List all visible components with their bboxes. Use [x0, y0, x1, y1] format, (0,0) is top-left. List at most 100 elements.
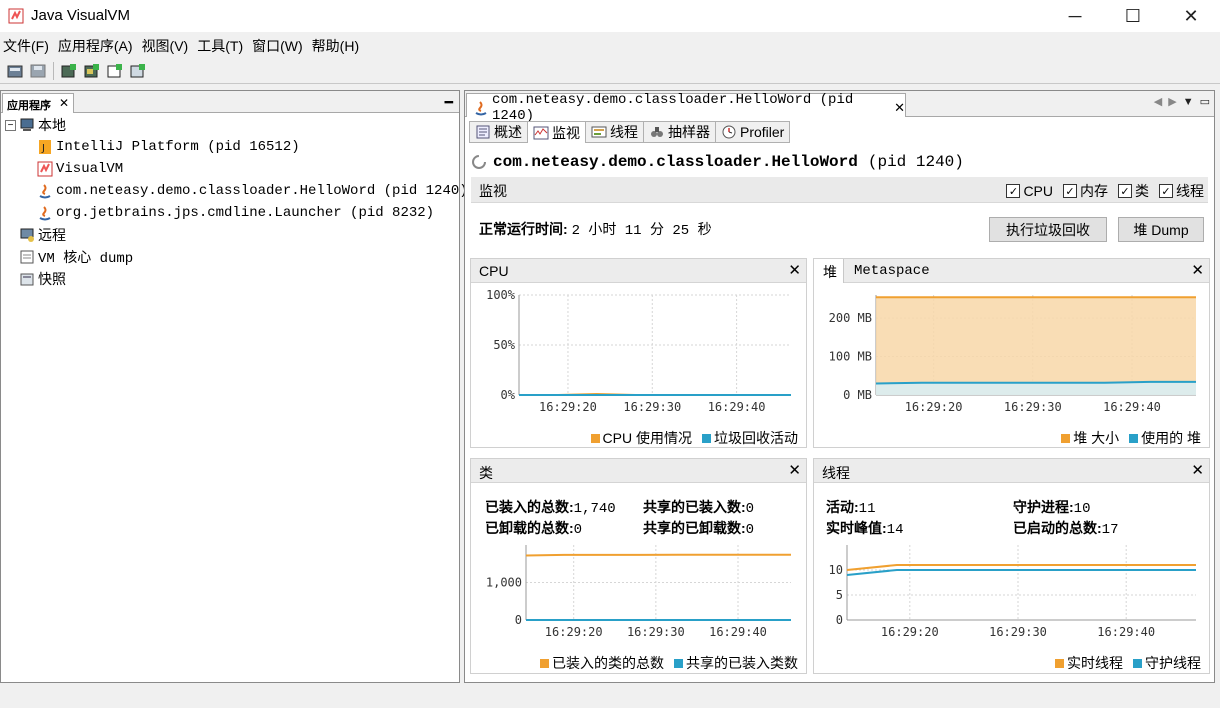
tree-node-intellij[interactable]: J IntelliJ Platform (pid 16512): [5, 136, 455, 158]
minimize-panel-icon[interactable]: ━: [445, 94, 453, 111]
scroll-left-icon[interactable]: ◀: [1154, 95, 1162, 108]
add-vm-coredump-button[interactable]: [105, 61, 125, 81]
menu-view[interactable]: 视图(V): [139, 36, 192, 56]
tab-monitor[interactable]: 监视: [527, 121, 585, 143]
monitor-header: 监视 ✓ CPU ✓ 内存 ✓ 类 ✓ 线程: [471, 177, 1208, 203]
heap-dump-label: 堆 Dump: [1133, 221, 1189, 238]
perform-gc-button[interactable]: 执行垃圾回收: [989, 217, 1107, 242]
x-tick-label: 16:29:30: [989, 625, 1047, 639]
y-tick-label: 0 MB: [843, 388, 872, 402]
y-tick-label: 100%: [486, 288, 516, 302]
close-card-icon[interactable]: ✕: [1191, 461, 1204, 479]
close-tab-icon[interactable]: ✕: [59, 96, 69, 110]
scroll-right-icon[interactable]: ▶: [1168, 95, 1176, 108]
tree-label-remote: 远程: [38, 227, 66, 243]
tab-list-icon[interactable]: ▼: [1183, 96, 1194, 108]
checkmark-icon: ✓: [1159, 184, 1173, 198]
tree-node-helloword[interactable]: com.neteasy.demo.classloader.HelloWord (…: [5, 180, 468, 202]
add-snapshot-button[interactable]: [128, 61, 148, 81]
tree-node-snapshots[interactable]: 快照: [5, 268, 455, 290]
menu-bar: 文件(F) 应用程序(A) 视图(V) 工具(T) 窗口(W) 帮助(H): [0, 34, 1220, 58]
series-area: [876, 297, 1196, 395]
tree-label-visualvm: VisualVM: [56, 161, 124, 177]
x-tick-label: 16:29:40: [708, 400, 766, 413]
tree-node-remote[interactable]: 远程: [5, 224, 455, 246]
close-card-icon[interactable]: ✕: [1191, 261, 1204, 279]
save-button[interactable]: [28, 61, 48, 81]
monitor-title: 监视: [479, 183, 507, 199]
sampler-icon: [649, 124, 665, 140]
toolbar: [0, 58, 1220, 84]
monitor-checkboxes: ✓ CPU ✓ 内存 ✓ 类 ✓ 线程: [1006, 181, 1204, 201]
close-card-icon[interactable]: ✕: [788, 261, 801, 279]
checkbox-classes[interactable]: ✓ 类: [1118, 181, 1149, 201]
heap-card-header: 堆 Metaspace ✕: [814, 259, 1209, 283]
x-tick-label: 16:29:20: [881, 625, 939, 639]
tree-node-local[interactable]: − 本地: [5, 114, 455, 136]
collapse-icon[interactable]: −: [5, 119, 16, 131]
legend-live-threads: 实时线程: [1055, 653, 1123, 673]
remote-host-icon: [19, 227, 35, 243]
tree-node-core-dump[interactable]: VM 核心 dump: [5, 246, 455, 268]
y-tick-label: 50%: [493, 338, 515, 352]
legend-gc-activity: 垃圾回收活动: [702, 428, 798, 448]
cpu-legend: CPU 使用情况 垃圾回收活动: [590, 428, 798, 448]
add-remote-host-button[interactable]: [82, 61, 102, 81]
tab-profiler-label: Profiler: [740, 124, 785, 140]
load-button[interactable]: [5, 61, 25, 81]
applications-panel: 应用程序 ✕ ━ − 本地 J IntelliJ Platform (pid 1…: [0, 90, 468, 683]
title-bar: Java VisualVM ─ ☐ ✕: [0, 0, 1220, 32]
add-jmx-connection-button[interactable]: [59, 61, 79, 81]
menu-tools[interactable]: 工具(T): [194, 36, 246, 56]
uptime-value: 2 小时 11 分 25 秒: [571, 223, 712, 239]
x-tick-label: 16:29:40: [1103, 400, 1161, 413]
checkbox-cpu[interactable]: ✓ CPU: [1006, 181, 1053, 201]
classes-card: 类 ✕ 已装入的总数:1,740 共享的已装入数:0 已卸载的总数:0 共享的已…: [470, 458, 807, 674]
tab-profiler[interactable]: Profiler: [715, 121, 791, 143]
tab-helloword-document[interactable]: com.neteasy.demo.classloader.HelloWord (…: [466, 92, 906, 124]
uptime-label: 正常运行时间:: [479, 221, 568, 237]
tab-threads[interactable]: 线程: [585, 121, 643, 143]
tree-node-visualvm[interactable]: VisualVM: [5, 158, 455, 180]
tab-overview[interactable]: 概述: [469, 121, 527, 143]
tab-sampler[interactable]: 抽样器: [643, 121, 715, 143]
intellij-icon: J: [37, 139, 53, 155]
checkbox-memory[interactable]: ✓ 内存: [1063, 181, 1108, 201]
tab-heap[interactable]: 堆: [814, 259, 844, 283]
legend-total-loaded: 已装入的类的总数: [540, 653, 664, 673]
menu-file[interactable]: 文件(F): [0, 36, 52, 56]
classes-card-header: 类 ✕: [471, 459, 806, 483]
save-icon: [30, 64, 46, 77]
checkbox-threads-label: 线程: [1176, 183, 1204, 199]
java-app-icon: [37, 183, 53, 199]
menu-window[interactable]: 窗口(W): [249, 36, 306, 56]
tab-metaspace[interactable]: Metaspace: [854, 263, 930, 279]
tab-monitor-label: 监视: [552, 124, 580, 141]
close-tab-icon[interactable]: ✕: [894, 100, 905, 116]
tree-node-launcher[interactable]: org.jetbrains.jps.cmdline.Launcher (pid …: [5, 202, 455, 224]
heap-dump-button[interactable]: 堆 Dump: [1118, 217, 1204, 242]
close-card-icon[interactable]: ✕: [788, 461, 801, 479]
minimize-button[interactable]: ─: [1052, 0, 1098, 32]
series-line: [525, 553, 791, 557]
tree-label-helloword: com.neteasy.demo.classloader.HelloWord (…: [56, 183, 468, 199]
maximize-panel-icon[interactable]: ▭: [1200, 95, 1210, 108]
menu-applications[interactable]: 应用程序(A): [55, 36, 136, 56]
tab-applications[interactable]: 应用程序 ✕: [2, 93, 74, 113]
menu-help[interactable]: 帮助(H): [309, 36, 362, 56]
legend-label: 垃圾回收活动: [714, 430, 798, 446]
checkmark-icon: ✓: [1006, 184, 1021, 198]
checkbox-threads[interactable]: ✓ 线程: [1159, 181, 1204, 201]
x-tick-label: 16:29:20: [905, 400, 963, 413]
close-button[interactable]: ✕: [1168, 0, 1214, 32]
application-pid: (pid 1240): [867, 153, 964, 171]
x-tick-label: 16:29:30: [627, 625, 685, 639]
y-tick-label: 10: [829, 563, 843, 577]
heap-chart: 0 MB 100 MB 200 MB 16:29:20 16:29:30 16:29:40: [829, 295, 1196, 413]
application-name: com.neteasy.demo.classloader.HelloWord: [493, 153, 858, 171]
maximize-button[interactable]: ☐: [1110, 0, 1156, 32]
cpu-card-title: CPU: [479, 263, 509, 279]
minimize-icon: ─: [1068, 5, 1082, 26]
legend-label: 实时线程: [1067, 655, 1123, 671]
legend-label: CPU 使用情况: [602, 430, 692, 446]
